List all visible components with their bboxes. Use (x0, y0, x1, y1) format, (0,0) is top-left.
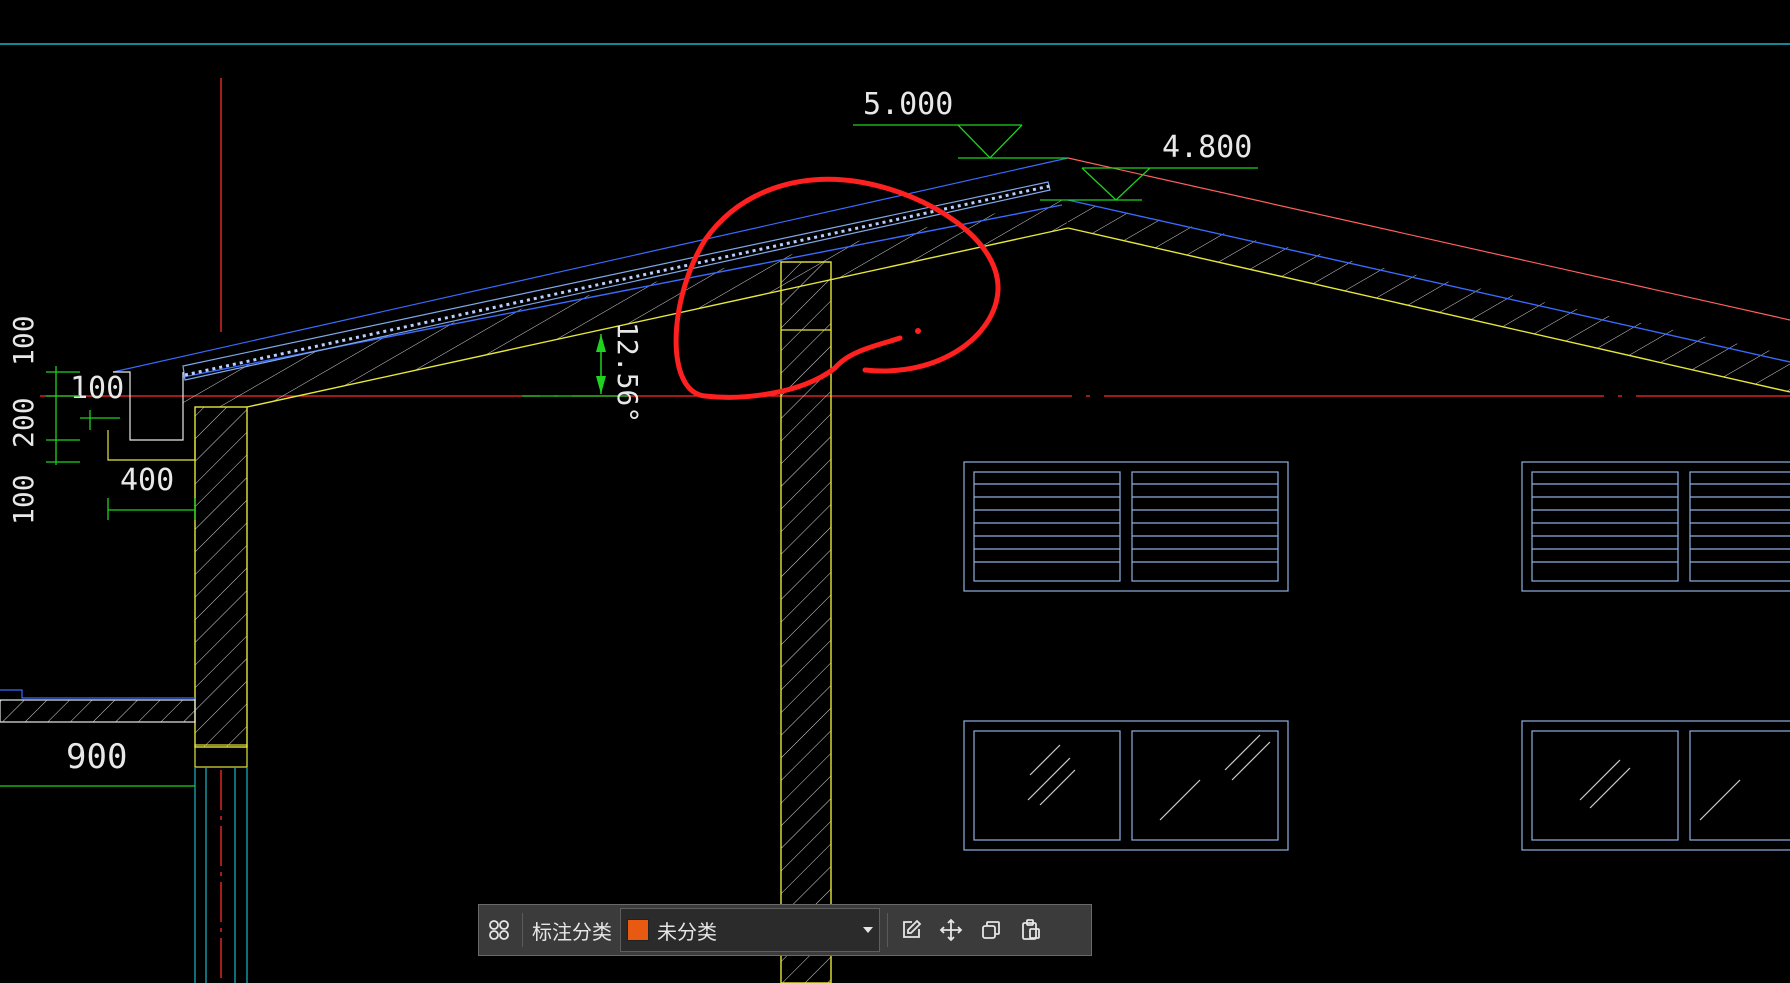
wall-cap (194, 744, 248, 768)
grid-icon[interactable] (479, 910, 519, 950)
roof-right-blue (1067, 199, 1790, 363)
move-icon[interactable] (931, 910, 971, 950)
elevation-marker-4800 (1040, 167, 1258, 201)
floor-slab-top (0, 689, 195, 699)
category-dropdown[interactable]: 未分类 (620, 908, 880, 952)
window-glass-2 (1521, 720, 1790, 851)
floor-dim-label: 900 (66, 737, 127, 777)
toolbar-separator (887, 913, 888, 947)
elevation-marker-5000 (853, 124, 1068, 159)
edit-icon[interactable] (891, 910, 931, 950)
chevron-down-icon (863, 927, 873, 933)
category-value: 未分类 (657, 919, 717, 944)
eave-dim-5: 400 (120, 463, 174, 498)
angle-arrow-head-bottom (596, 376, 606, 394)
copy-icon[interactable] (971, 910, 1011, 950)
category-color-swatch (627, 919, 649, 941)
window-glass-1 (963, 720, 1289, 851)
eave-dim-3: 100 (7, 474, 40, 525)
cad-drawing-canvas[interactable]: 5.000 4.800 12.56° 100 200 100 100 400 9… (0, 0, 1790, 983)
elevation-label-5000: 5.000 (863, 87, 953, 122)
annotation-toolbar: 标注分类 未分类 (478, 904, 1092, 956)
eave-dim-1: 100 (7, 315, 40, 366)
interior-wall (780, 261, 832, 983)
eave-dim-2: 200 (7, 397, 40, 448)
toolbar-separator (522, 913, 523, 947)
roof-right-yellow (1067, 227, 1790, 393)
roof-left-yellow (246, 227, 1069, 408)
category-label: 标注分类 (532, 919, 612, 944)
markup-dot (915, 328, 921, 334)
eave-gutter-yellow (107, 430, 196, 461)
exterior-wall-left (194, 406, 248, 748)
floor-slab-left (0, 699, 196, 723)
window-louver-1 (963, 461, 1289, 592)
paste-icon[interactable] (1011, 910, 1051, 950)
angle-label: 12.56° (611, 322, 644, 423)
eave-dim-4: 100 (70, 371, 124, 406)
window-louver-2 (1521, 461, 1790, 592)
angle-arrow-head-top (596, 334, 606, 352)
roof-left-top (112, 157, 1069, 373)
elevation-label-4800: 4.800 (1162, 130, 1252, 165)
